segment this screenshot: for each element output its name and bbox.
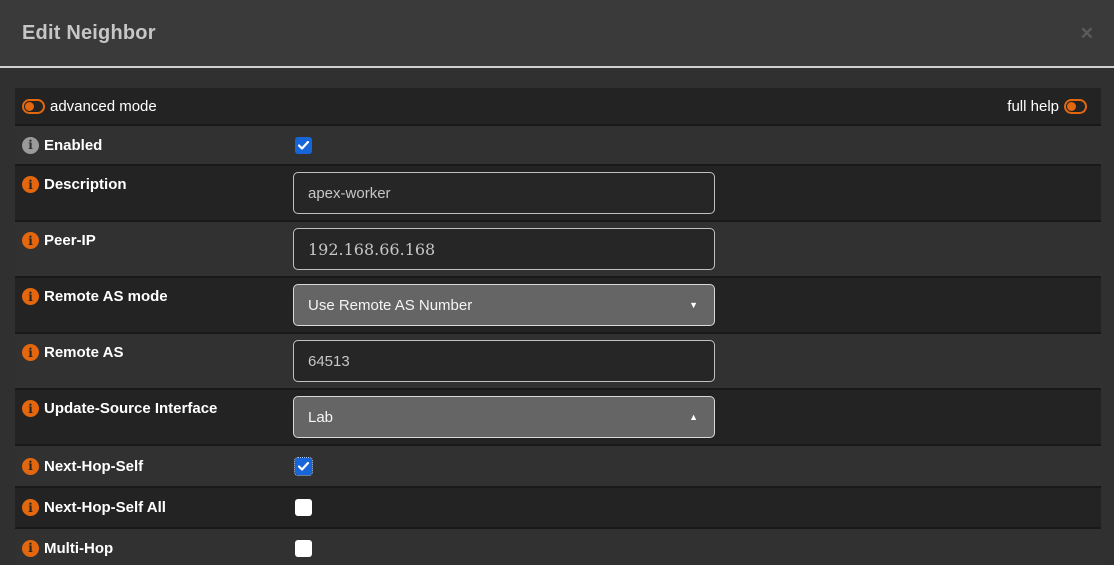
field-label: Next-Hop-Self All <box>44 499 166 516</box>
help-toolbar-row: advanced mode full help <box>15 88 1101 126</box>
advanced-mode-label: advanced mode <box>50 98 157 115</box>
close-icon[interactable]: ✕ <box>1076 23 1098 44</box>
info-icon[interactable]: i <box>22 232 39 249</box>
table-row-peer-ip: i Peer-IP <box>15 222 1101 278</box>
field-label-cell: i Multi-Hop <box>22 540 293 557</box>
update-source-interface-select[interactable]: Lab ▲ <box>293 396 715 438</box>
field-label: Remote AS mode <box>44 288 168 305</box>
table-row-enabled: i Enabled <box>15 126 1101 166</box>
advanced-mode-control[interactable]: advanced mode <box>22 98 157 115</box>
field-label: Update-Source Interface <box>44 400 217 417</box>
field-label: Remote AS <box>44 344 123 361</box>
field-label-cell: i Peer-IP <box>22 222 293 249</box>
field-label-cell: i Remote AS mode <box>22 278 293 305</box>
info-icon[interactable]: i <box>22 540 39 557</box>
full-help-label: full help <box>1007 98 1059 115</box>
dialog-header: Edit Neighbor ✕ <box>0 0 1114 68</box>
chevron-down-icon: ▼ <box>689 301 698 310</box>
field-label: Next-Hop-Self <box>44 458 143 475</box>
table-row-multi-hop: i Multi-Hop <box>15 529 1101 565</box>
chevron-up-icon: ▲ <box>689 413 698 422</box>
table-row-description: i Description <box>15 166 1101 222</box>
edit-neighbor-dialog: Edit Neighbor ✕ advanced mode full help … <box>0 0 1114 565</box>
info-icon[interactable]: i <box>22 176 39 193</box>
field-label-cell: i Remote AS <box>22 334 293 361</box>
info-icon[interactable]: i <box>22 400 39 417</box>
next-hop-self-all-checkbox[interactable] <box>295 499 312 516</box>
checkmark-icon <box>298 462 309 471</box>
info-icon[interactable]: i <box>22 458 39 475</box>
page-title: Edit Neighbor <box>22 22 156 45</box>
remote-as-mode-select[interactable]: Use Remote AS Number ▼ <box>293 284 715 326</box>
multi-hop-checkbox[interactable] <box>295 540 312 557</box>
field-label: Peer-IP <box>44 232 96 249</box>
advanced-mode-toggle-icon[interactable] <box>22 99 45 114</box>
table-row-update-source-interface: i Update-Source Interface Lab ▲ <box>15 390 1101 446</box>
table-row-remote-as: i Remote AS <box>15 334 1101 390</box>
field-label-cell: i Description <box>22 166 293 193</box>
peer-ip-field[interactable] <box>293 228 715 270</box>
table-row-next-hop-self-all: i Next-Hop-Self All <box>15 488 1101 529</box>
full-help-toggle-icon[interactable] <box>1064 99 1087 114</box>
selected-option: Lab <box>308 409 333 426</box>
table-row-remote-as-mode: i Remote AS mode Use Remote AS Number ▼ <box>15 278 1101 334</box>
field-label-cell: i Next-Hop-Self All <box>22 499 293 516</box>
dialog-body: advanced mode full help i Enabled <box>0 68 1114 565</box>
next-hop-self-checkbox[interactable] <box>295 458 312 475</box>
neighbor-form: advanced mode full help i Enabled <box>15 88 1101 565</box>
enabled-checkbox[interactable] <box>295 137 312 154</box>
field-label: Description <box>44 176 127 193</box>
field-label: Multi-Hop <box>44 540 113 557</box>
field-label-cell: i Update-Source Interface <box>22 390 293 417</box>
checkmark-icon <box>298 141 309 150</box>
full-help-control[interactable]: full help <box>1007 98 1087 115</box>
field-label-cell: i Enabled <box>22 137 293 154</box>
field-label: Enabled <box>44 137 102 154</box>
table-row-next-hop-self: i Next-Hop-Self <box>15 446 1101 488</box>
info-icon[interactable]: i <box>22 137 39 154</box>
info-icon[interactable]: i <box>22 288 39 305</box>
remote-as-field[interactable] <box>293 340 715 382</box>
field-label-cell: i Next-Hop-Self <box>22 458 293 475</box>
info-icon[interactable]: i <box>22 499 39 516</box>
description-field[interactable] <box>293 172 715 214</box>
info-icon[interactable]: i <box>22 344 39 361</box>
selected-option: Use Remote AS Number <box>308 297 472 314</box>
